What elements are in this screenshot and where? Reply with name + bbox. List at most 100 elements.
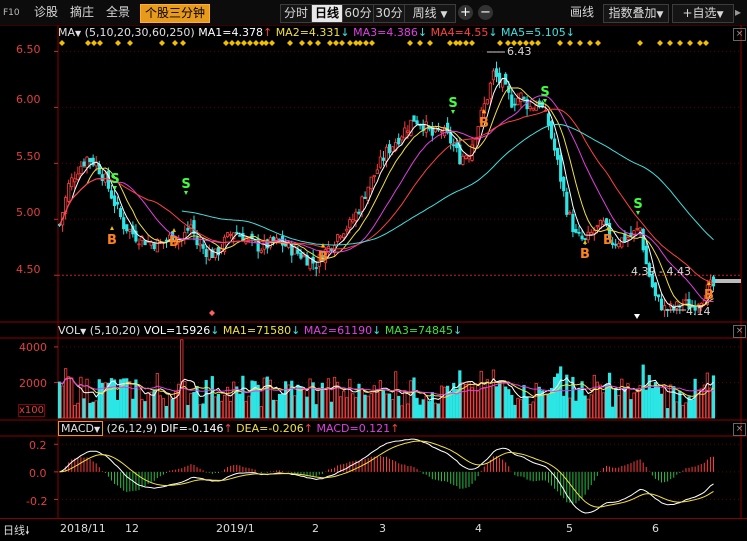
- volume-bar: [189, 392, 193, 419]
- candle-body: [378, 156, 382, 168]
- arrow-up-icon: ↑: [303, 422, 313, 435]
- buy-arrow-icon: [110, 226, 114, 230]
- volume-bar: [504, 386, 508, 419]
- date-label: 2018/11: [60, 522, 106, 535]
- volume-bar: [656, 386, 661, 419]
- chevron-down-icon[interactable]: ▼: [75, 29, 81, 38]
- main-indicator-name[interactable]: MA: [58, 26, 75, 39]
- range-price-label: 4.39 - 4.43: [631, 265, 691, 278]
- candle-body: [577, 231, 581, 234]
- volume-bar: [433, 402, 437, 419]
- volume-bar: [363, 394, 367, 419]
- close-icon[interactable]: ×: [733, 28, 746, 41]
- candle-body: [225, 232, 230, 238]
- candle-body: [314, 267, 318, 269]
- volume-bar: [146, 392, 150, 419]
- sell-arrow-icon: [451, 110, 455, 114]
- volume-bar: [384, 393, 389, 419]
- candle-body: [112, 195, 117, 206]
- volume-bar: [583, 395, 587, 419]
- event-diamond: [241, 40, 247, 46]
- event-diamond: [299, 40, 305, 46]
- volume-bar: [186, 404, 190, 419]
- volume-bar: [329, 401, 334, 419]
- candle-body: [562, 177, 566, 192]
- candle-body: [552, 138, 557, 151]
- candle-body: [513, 103, 517, 106]
- volume-bar: [174, 391, 178, 419]
- volume-bar: [409, 380, 413, 419]
- volume-bar: [592, 374, 596, 419]
- candle-body: [125, 224, 129, 232]
- candle-body: [522, 97, 526, 99]
- event-diamond: [269, 40, 275, 46]
- volume-bar: [360, 388, 364, 419]
- volume-bar: [580, 381, 584, 419]
- event-diamond: [497, 40, 503, 46]
- chevron-down-icon[interactable]: ▼: [80, 327, 86, 336]
- volume-bar: [501, 380, 505, 419]
- candle-body: [531, 107, 535, 111]
- period-label[interactable]: 日线🠗: [3, 522, 30, 541]
- candle-body: [128, 228, 132, 232]
- arrow-down-icon: ↓: [372, 324, 382, 337]
- ma1-line: [59, 77, 714, 309]
- volume-params: (5,10,20): [89, 324, 141, 337]
- volume-bar: [510, 394, 514, 419]
- event-diamond: [159, 40, 165, 46]
- volume-bar: [589, 394, 593, 419]
- volume-indicator-name[interactable]: VOL: [58, 324, 80, 337]
- candle-body: [259, 249, 263, 253]
- close-icon[interactable]: ×: [733, 325, 746, 338]
- volume-bar: [611, 406, 615, 419]
- candle-body: [403, 127, 407, 139]
- vol-ma1-value: MA1=71580: [222, 324, 292, 337]
- macd-indicator-dropdown[interactable]: MACD▼: [58, 421, 104, 436]
- volume-bar: [94, 400, 98, 419]
- ma3-value: MA3=4.386: [353, 26, 418, 39]
- candle-body: [82, 161, 86, 167]
- candle-body: [684, 299, 688, 302]
- volume-bar: [449, 391, 453, 419]
- volume-bar: [427, 401, 431, 419]
- volume-bar: [378, 380, 382, 419]
- event-diamond: [347, 40, 353, 46]
- candle-body: [595, 225, 599, 228]
- candle-body: [635, 228, 639, 230]
- volume-bar: [281, 393, 285, 419]
- event-diamond: [339, 40, 345, 46]
- volume-bar: [149, 391, 153, 419]
- candle-body: [415, 120, 419, 125]
- vol-tick-label: 2000: [19, 377, 47, 390]
- volume-bar: [247, 395, 251, 419]
- volume-bar: [79, 376, 83, 419]
- chevron-down-icon: ▼: [93, 425, 101, 434]
- candle-body: [381, 157, 386, 161]
- volume-bar: [244, 401, 248, 419]
- buy-signal: B: [704, 288, 714, 303]
- candle-body: [614, 243, 618, 246]
- volume-bar: [607, 372, 612, 419]
- candle-body: [369, 176, 373, 190]
- candle-body: [152, 243, 156, 250]
- candle-body: [348, 219, 352, 229]
- volume-bar: [617, 394, 621, 419]
- candle-body: [375, 169, 379, 174]
- event-diamond: [229, 40, 235, 46]
- candle-body: [549, 121, 554, 139]
- candle-body: [488, 82, 492, 99]
- volume-bar: [586, 398, 590, 419]
- volume-bar: [424, 395, 428, 419]
- volume-bar: [342, 390, 346, 419]
- candle-body: [238, 235, 242, 237]
- candle-body: [494, 68, 499, 77]
- volume-bar: [64, 368, 68, 419]
- candle-body: [464, 155, 468, 159]
- close-icon[interactable]: ×: [733, 423, 746, 436]
- candle-body: [675, 301, 679, 309]
- arrow-down-icon: ↓: [453, 324, 463, 337]
- sell-signal: S: [633, 197, 642, 212]
- volume-bar: [488, 385, 492, 419]
- volume-bar: [641, 364, 645, 419]
- event-diamond: [115, 40, 121, 46]
